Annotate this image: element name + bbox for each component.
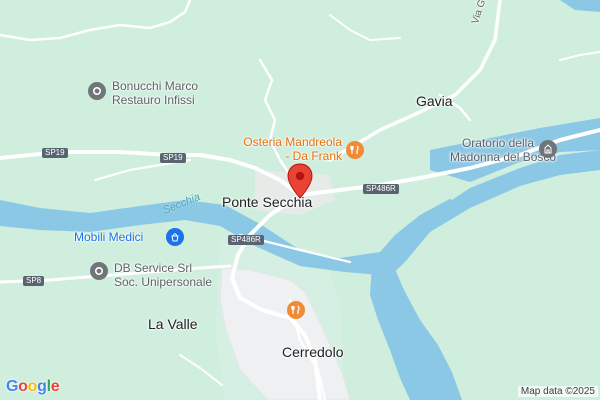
restaurant-icon[interactable]: [287, 301, 305, 319]
shopping-icon[interactable]: [166, 228, 184, 246]
db-service-pin-icon[interactable]: [90, 262, 108, 280]
poi-bonucchi-line2: Restauro Infissi: [112, 93, 195, 107]
poi-oratorio-line2: Madonna del Bosco: [450, 150, 557, 164]
google-logo[interactable]: Google: [6, 378, 60, 396]
road-shield-sp486r: SP486R: [228, 235, 264, 245]
bonucchi-pin-icon[interactable]: [88, 82, 106, 100]
location-pin-icon[interactable]: [286, 163, 314, 199]
map-attribution[interactable]: Map data ©2025: [517, 386, 598, 397]
poi-bonucchi-line1: Bonucchi Marco: [112, 79, 199, 93]
place-la-valle: La Valle: [148, 316, 198, 332]
road-shield-sp19: SP19: [160, 153, 186, 163]
poi-osteria-mandreola[interactable]: Osteria Mandreola - Da Frank: [222, 135, 342, 163]
poi-db-service-line2: Soc. Unipersonale: [114, 275, 213, 289]
poi-oratorio-line1: Oratorio della: [461, 136, 534, 150]
road-shield-sp8: SP8: [23, 276, 45, 286]
poi-oratorio[interactable]: Oratorio della Madonna del Bosco: [450, 136, 557, 164]
poi-db-service-line1: DB Service Srl: [114, 261, 193, 275]
restaurant-icon[interactable]: [346, 141, 364, 159]
place-cerredolo: Cerredolo: [282, 344, 344, 360]
poi-mobili-medici[interactable]: Mobili Medici: [74, 230, 143, 244]
poi-osteria-line1: Osteria Mandreola: [243, 135, 342, 149]
road-shield-sp19-west: SP19: [42, 148, 68, 158]
road-shield-sp486r-east: SP486R: [363, 184, 399, 194]
poi-db-service[interactable]: DB Service Srl Soc. Unipersonale: [114, 261, 212, 289]
place-gavia: Gavia: [416, 93, 453, 109]
church-icon[interactable]: [539, 140, 557, 158]
poi-bonucchi[interactable]: Bonucchi Marco Restauro Infissi: [112, 79, 198, 107]
map-view[interactable]: SP19 SP19 SP486R SP486R SP8 Via Gavia Se…: [0, 0, 600, 400]
poi-osteria-line2: - Da Frank: [285, 149, 342, 163]
